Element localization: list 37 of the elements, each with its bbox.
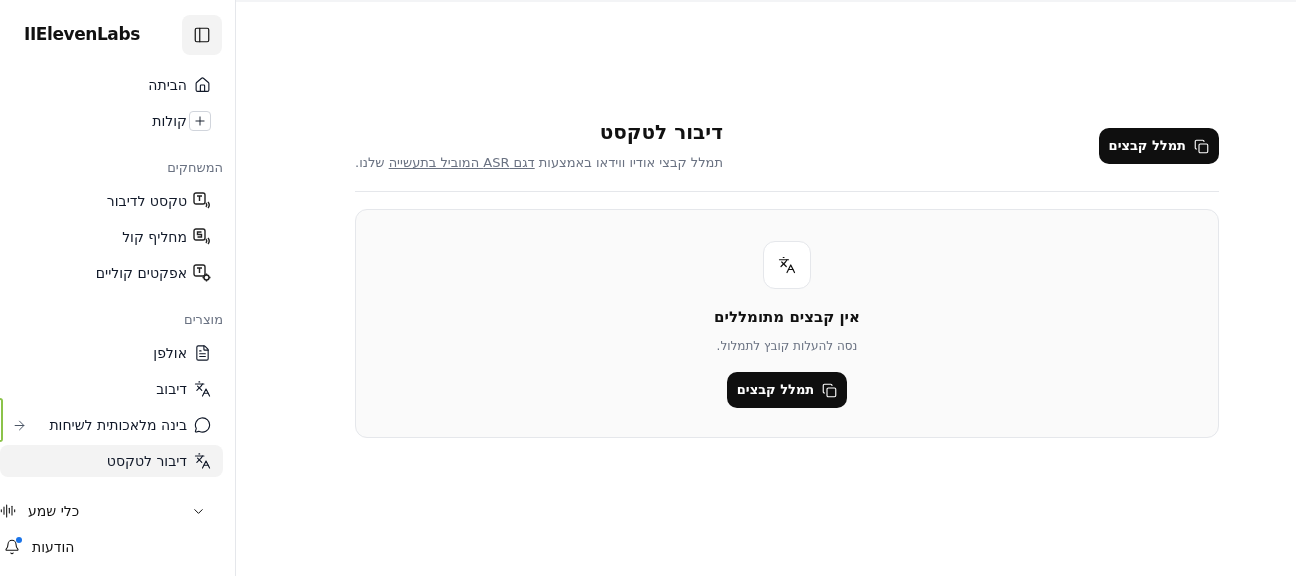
page-subtitle: תמלל קבצי אודיו ווידאו באמצעות דגם ASR המוביל בתעשייה שלנו.	[355, 154, 723, 172]
sidebar-group[interactable]: כלי שמע	[0, 493, 223, 529]
empty-title: אין קבצים מתומללים	[714, 306, 860, 328]
sidebar-item[interactable]: דיבור לטקסט	[0, 445, 223, 477]
sidebar-item[interactable]: קולות	[0, 105, 223, 137]
sidebar-item[interactable]: אולפן	[0, 337, 223, 369]
sidebar-toggle-button[interactable]	[182, 15, 222, 55]
plus-icon	[189, 111, 211, 131]
home-icon	[194, 76, 211, 94]
model-link[interactable]: דגם ASR המוביל בתעשייה	[388, 155, 535, 170]
section-heading: מוצרים	[184, 312, 223, 327]
panel-icon	[193, 26, 211, 44]
sidebar-item[interactable]: אפקטים קוליים	[0, 257, 223, 289]
voice-swap-icon	[193, 228, 211, 246]
logo[interactable]: IIElevenLabs	[24, 22, 140, 48]
sidebar-item[interactable]: הביתה	[0, 69, 223, 101]
waveform-icon	[0, 503, 16, 519]
transcribe-button[interactable]: תמלל קבצים	[726, 372, 848, 408]
focus-outline	[0, 398, 3, 442]
sidebar-item[interactable]: דיבוב	[0, 373, 223, 405]
translate-icon	[194, 452, 211, 470]
document-icon	[194, 344, 211, 362]
transcribe-button[interactable]: תמלל קבצים	[1098, 128, 1219, 164]
sound-effects-icon	[193, 264, 211, 282]
sidebar-item[interactable]: בינה מלאכותית לשיחות	[0, 409, 223, 441]
copy-icon	[1194, 138, 1209, 154]
copy-icon	[822, 382, 838, 398]
chat-icon	[194, 416, 211, 434]
speech-to-text-icon	[763, 240, 811, 289]
page-title: דיבור לטקסט	[598, 119, 723, 146]
sidebar-item[interactable]: טקסט לדיבור	[0, 185, 223, 217]
text-audio-icon	[193, 192, 211, 210]
translate-icon	[194, 380, 211, 398]
sidebar-item[interactable]: הודעות	[0, 529, 223, 565]
sidebar-item[interactable]: מחליף קול	[0, 221, 223, 253]
empty-message: נסה להעלות קובץ לתמלול.	[716, 338, 858, 355]
section-heading: המשחקים	[167, 160, 223, 175]
